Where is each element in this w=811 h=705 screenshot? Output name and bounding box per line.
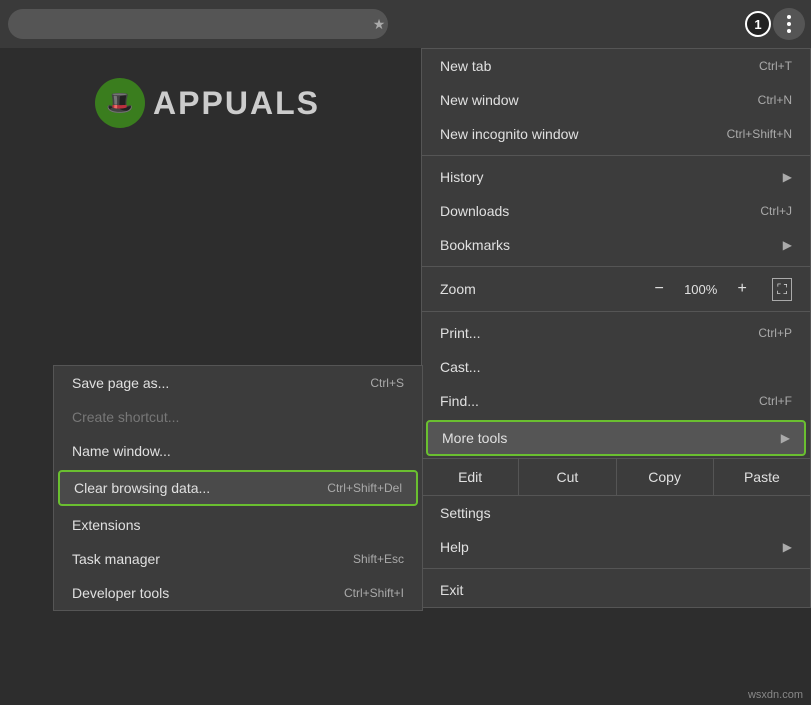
zoom-controls: − 100% + ⛶ bbox=[647, 277, 792, 301]
menu-item-print[interactable]: Print... Ctrl+P bbox=[422, 316, 810, 350]
zoom-row: Zoom − 100% + ⛶ bbox=[422, 271, 810, 307]
sub-menu-task-manager[interactable]: Task manager Shift+Esc bbox=[54, 542, 422, 576]
bookmark-star-icon[interactable]: ★ bbox=[365, 10, 393, 38]
menu-item-help[interactable]: Help ▶ bbox=[422, 530, 810, 564]
menu-item-downloads[interactable]: Downloads Ctrl+J bbox=[422, 194, 810, 228]
paste-button[interactable]: Paste bbox=[714, 459, 810, 495]
sub-menu-clear-browsing[interactable]: Clear browsing data... Ctrl+Shift+Del bbox=[58, 470, 418, 506]
three-dots-icon bbox=[787, 15, 791, 33]
menu-item-find[interactable]: Find... Ctrl+F bbox=[422, 384, 810, 418]
sub-menu-more-tools: Save page as... Ctrl+S Create shortcut..… bbox=[53, 365, 423, 611]
separator-4 bbox=[422, 568, 810, 569]
appuals-logo: 🎩 APPUALS bbox=[95, 78, 320, 128]
separator-3 bbox=[422, 311, 810, 312]
copy-button[interactable]: Copy bbox=[617, 459, 714, 495]
zoom-plus-button[interactable]: + bbox=[730, 277, 754, 301]
sub-menu-extensions[interactable]: Extensions bbox=[54, 508, 422, 542]
menu-item-cast[interactable]: Cast... bbox=[422, 350, 810, 384]
zoom-minus-button[interactable]: − bbox=[647, 277, 671, 301]
annotation-circle-1: 1 bbox=[745, 11, 771, 37]
address-bar[interactable] bbox=[8, 9, 388, 39]
three-dots-button[interactable] bbox=[773, 8, 805, 40]
logo-icon: 🎩 bbox=[95, 78, 145, 128]
main-menu: New tab Ctrl+T New window Ctrl+N New inc… bbox=[421, 48, 811, 608]
menu-item-bookmarks[interactable]: Bookmarks ▶ bbox=[422, 228, 810, 262]
cut-button[interactable]: Cut bbox=[519, 459, 616, 495]
separator-1 bbox=[422, 155, 810, 156]
sub-menu-name-window[interactable]: Name window... bbox=[54, 434, 422, 468]
menu-item-more-tools[interactable]: More tools ▶ bbox=[426, 420, 806, 456]
sub-menu-developer-tools[interactable]: Developer tools Ctrl+Shift+I bbox=[54, 576, 422, 610]
menu-item-new-tab[interactable]: New tab Ctrl+T bbox=[422, 49, 810, 83]
zoom-fullscreen-button[interactable]: ⛶ bbox=[772, 278, 792, 301]
menu-item-new-window[interactable]: New window Ctrl+N bbox=[422, 83, 810, 117]
menu-item-settings[interactable]: Settings bbox=[422, 496, 810, 530]
menu-item-exit[interactable]: Exit bbox=[422, 573, 810, 607]
sub-menu-save-page[interactable]: Save page as... Ctrl+S bbox=[54, 366, 422, 400]
sub-menu-create-shortcut[interactable]: Create shortcut... bbox=[54, 400, 422, 434]
edit-row: Edit Cut Copy Paste bbox=[422, 458, 810, 496]
menu-item-history[interactable]: History ▶ bbox=[422, 160, 810, 194]
zoom-percent: 100% bbox=[683, 282, 718, 297]
separator-2 bbox=[422, 266, 810, 267]
logo-text: APPUALS bbox=[153, 85, 320, 122]
browser-bar: ★ bbox=[0, 0, 811, 48]
edit-button[interactable]: Edit bbox=[422, 459, 519, 495]
menu-item-new-incognito[interactable]: New incognito window Ctrl+Shift+N bbox=[422, 117, 810, 151]
watermark: wsxdn.com bbox=[748, 689, 803, 701]
